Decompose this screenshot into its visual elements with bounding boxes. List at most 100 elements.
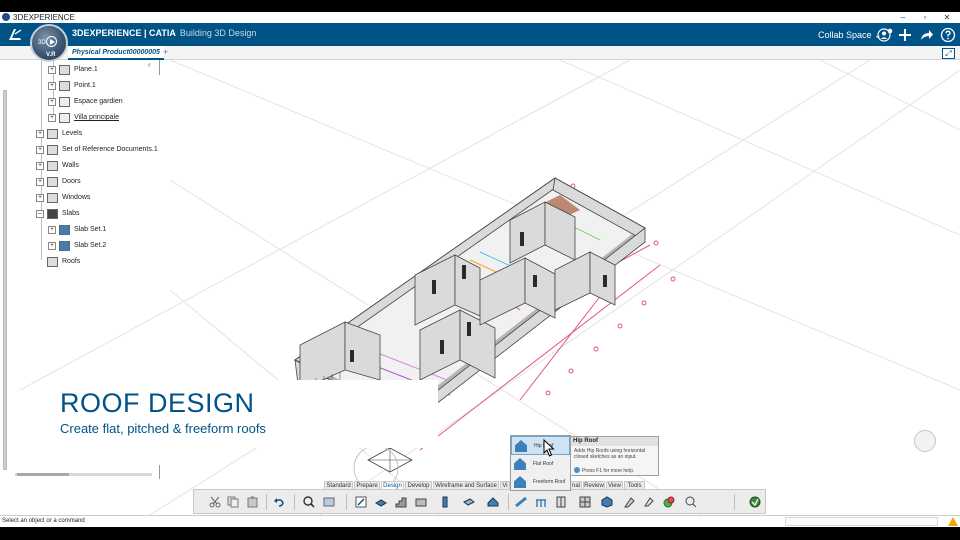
hip-roof-icon — [515, 440, 527, 452]
window-icon[interactable] — [554, 495, 568, 509]
space-icon[interactable] — [600, 495, 614, 509]
add-tab-button[interactable]: + — [163, 47, 168, 57]
mouse-cursor-icon — [543, 439, 555, 457]
beam-icon[interactable] — [514, 495, 528, 509]
slab-icon — [59, 241, 70, 251]
expand-icon[interactable]: + — [36, 130, 44, 138]
cut-icon[interactable] — [208, 495, 222, 509]
roof-item-label: Freeform Roof — [533, 479, 566, 485]
roof-icon[interactable] — [486, 495, 500, 509]
measure-icon[interactable] — [684, 495, 698, 509]
roof-flyout-menu: Hip Roof Flat Roof Freeform Roof — [510, 435, 571, 491]
tree-item-label: Walls — [62, 162, 79, 169]
tree-item-label: Point.1 — [74, 82, 96, 89]
expand-icon[interactable]: + — [48, 242, 56, 250]
paste-icon[interactable] — [246, 495, 260, 509]
point-icon — [59, 81, 70, 91]
expand-icon[interactable]: + — [48, 66, 56, 74]
wall-icon[interactable] — [414, 495, 428, 509]
freeform-roof-button[interactable]: Freeform Roof — [511, 473, 570, 492]
expand-icon[interactable]: + — [48, 82, 56, 90]
compass-widget[interactable]: 3D V.R — [30, 24, 68, 62]
compass-3d-label: 3D — [38, 40, 46, 46]
copy-icon[interactable] — [226, 495, 240, 509]
collab-space-dropdown[interactable]: Collab Space ⌄ — [818, 30, 882, 41]
component-icon[interactable] — [642, 495, 656, 509]
document-tab-strip: Physical Product00000005 + — [0, 46, 960, 60]
app-title: 3DEXPERIENCE | CATIA Building 3D Design — [72, 28, 256, 38]
zoom-icon[interactable] — [302, 495, 316, 509]
stair-icon[interactable] — [394, 495, 408, 509]
screen: 3DEXPERIENCE – ▫ ✕ 3DEXPERIENCE | CATIA B… — [0, 0, 960, 540]
expand-icon[interactable]: + — [36, 146, 44, 154]
options-icon[interactable] — [322, 495, 336, 509]
tree-item-label: Slab Set.1 — [74, 226, 107, 233]
tree-item-label: Slab Set.2 — [74, 242, 107, 249]
tree-item-label: Slabs — [62, 210, 80, 217]
column-icon[interactable] — [438, 495, 452, 509]
ds-logo-icon[interactable] — [6, 26, 24, 43]
help-icon[interactable] — [940, 27, 956, 43]
tooltip-title: Hip Roof — [571, 437, 658, 446]
sketch-icon — [59, 113, 70, 123]
expand-icon[interactable]: + — [36, 194, 44, 202]
tree-item-label: Windows — [62, 194, 91, 201]
add-icon[interactable] — [897, 27, 913, 43]
expand-icon[interactable]: + — [48, 114, 56, 122]
tree-horizontal-scrollbar[interactable] — [15, 473, 152, 476]
roofs-icon — [47, 257, 58, 267]
warning-icon[interactable] — [948, 517, 958, 526]
slab-icon[interactable] — [374, 495, 388, 509]
expand-icon[interactable]: + — [48, 98, 56, 106]
walls-icon — [47, 161, 58, 171]
hip-roof-button[interactable]: Hip Roof — [511, 436, 570, 455]
freeform-roof-icon — [514, 476, 526, 488]
brand-label: 3DEXPERIENCE | CATIA — [72, 28, 176, 38]
user-icon[interactable] — [877, 27, 893, 43]
specification-tree: + Plane.1 + Point.1 + Espace gardien + V… — [0, 60, 170, 272]
sketch-icon[interactable] — [354, 495, 368, 509]
opening-icon[interactable] — [462, 495, 476, 509]
roof-item-label: Flat Roof — [533, 461, 554, 467]
material-icon[interactable] — [662, 495, 676, 509]
publish-icon[interactable] — [748, 495, 762, 509]
tree-item-label: Espace gardien — [74, 98, 123, 105]
app-icon — [2, 13, 10, 21]
maximize-button[interactable]: ▫ — [914, 12, 936, 23]
expand-icon[interactable]: + — [48, 226, 56, 234]
tab-physical-product[interactable]: Physical Product00000005 — [68, 46, 164, 60]
app-header: 3DEXPERIENCE | CATIA Building 3D Design C… — [0, 23, 960, 46]
scroll-divider — [159, 465, 160, 479]
door-icon[interactable] — [578, 495, 592, 509]
window-title: 3DEXPERIENCE — [13, 13, 75, 22]
railing-icon[interactable] — [534, 495, 548, 509]
command-input[interactable] — [785, 517, 938, 526]
tree-item-label: Plane.1 — [74, 66, 98, 73]
curtain-wall-icon[interactable] — [622, 495, 636, 509]
close-button[interactable]: ✕ — [936, 12, 958, 23]
tooltip-body: Adds Hip Roofs using horizontal closed s… — [574, 448, 646, 460]
status-bar: Select an object or a command — [0, 515, 960, 527]
banner-subtitle: Create flat, pitched & freeform roofs — [60, 421, 266, 436]
title-banner: ROOF DESIGN Create flat, pitched & freef… — [51, 380, 438, 448]
banner-title: ROOF DESIGN — [60, 388, 255, 418]
tree-item-label: Roofs — [62, 258, 81, 265]
expand-icon[interactable]: + — [36, 178, 44, 186]
window-titlebar: 3DEXPERIENCE – ▫ ✕ — [0, 12, 960, 23]
play-icon[interactable] — [46, 36, 57, 47]
flat-roof-button[interactable]: Flat Roof — [511, 455, 570, 474]
tooltip-help: Press F1 for more help. — [574, 467, 634, 474]
view-compass-icon[interactable] — [914, 430, 936, 452]
share-icon[interactable] — [918, 27, 934, 43]
fit-all-icon[interactable]: ⤢ — [942, 48, 955, 59]
action-bar — [193, 489, 766, 514]
status-message: Select an object or a command — [2, 518, 85, 524]
3d-viewport[interactable]: + Plane.1 + Point.1 + Espace gardien + V… — [0, 60, 960, 515]
collapse-icon[interactable]: – — [36, 210, 44, 218]
windows-icon — [47, 193, 58, 203]
scrollbar-thumb[interactable] — [17, 473, 69, 476]
expand-icon[interactable]: + — [36, 162, 44, 170]
tooltip-help-text: Press F1 for more help. — [582, 468, 635, 474]
undo-icon[interactable] — [272, 495, 286, 509]
minimize-button[interactable]: – — [892, 12, 914, 23]
